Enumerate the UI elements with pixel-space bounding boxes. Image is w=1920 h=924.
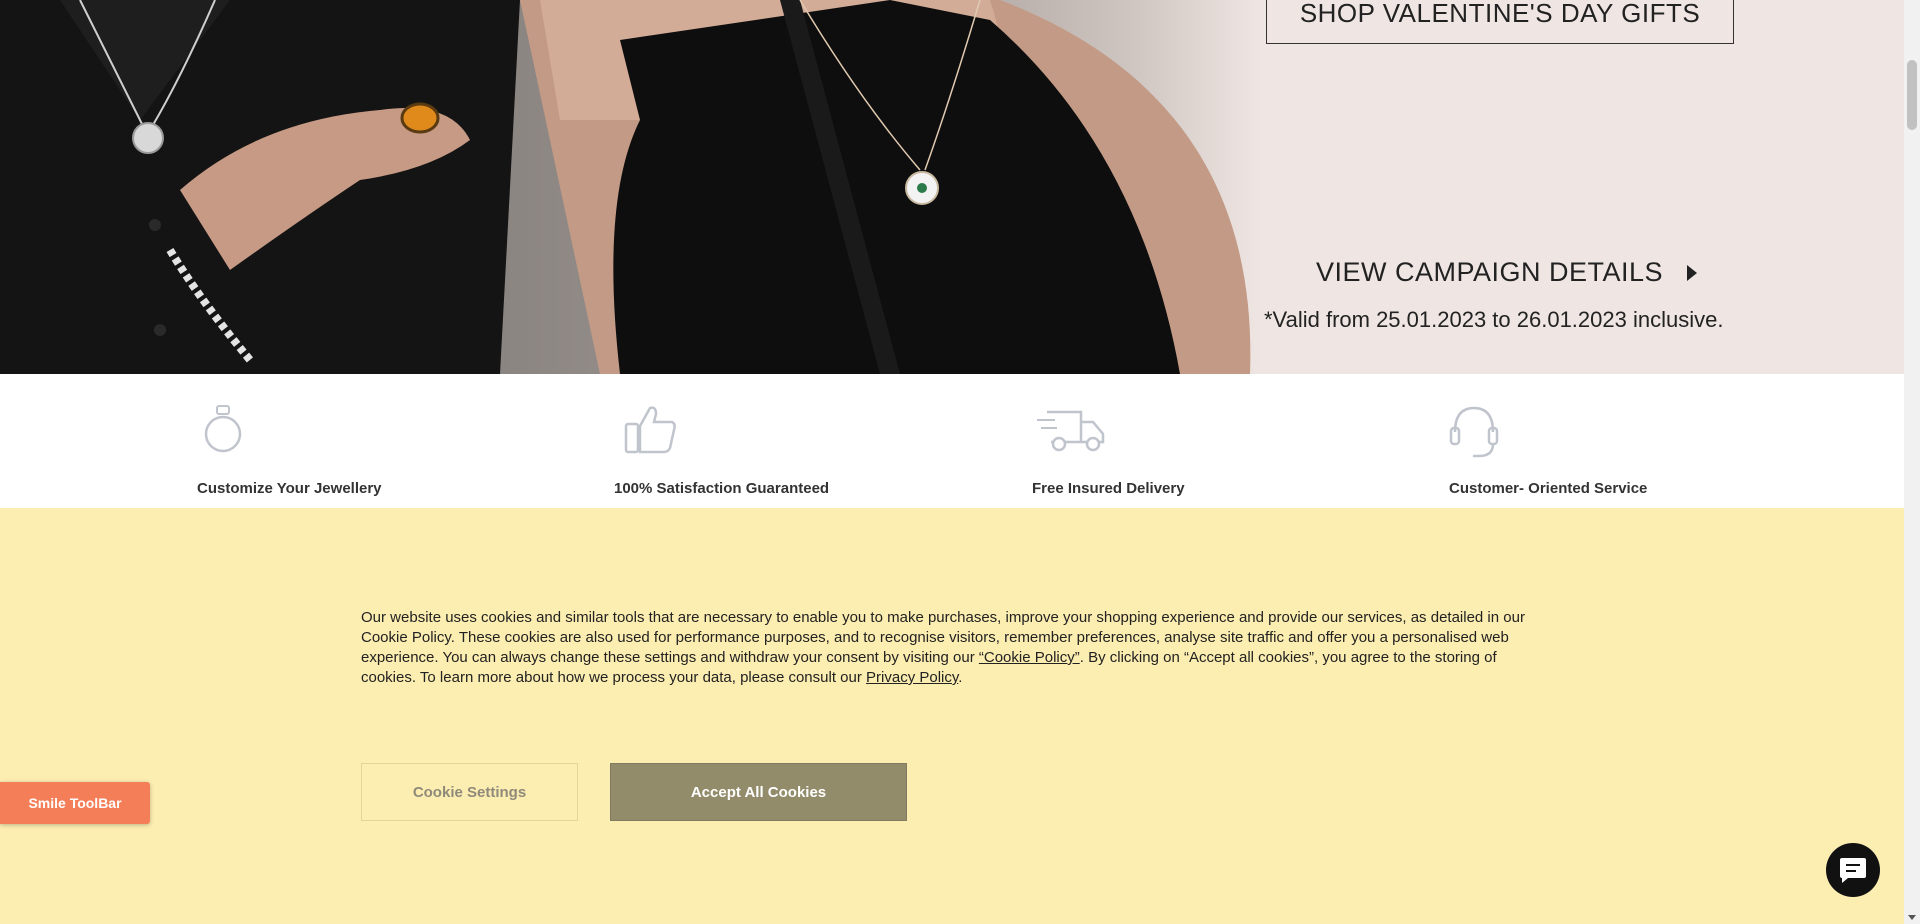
delivery-truck-icon	[1037, 410, 1105, 452]
hero-banner: SHOP VALENTINE'S DAY GIFTS VIEW CAMPAIGN…	[0, 0, 1904, 374]
privacy-policy-link[interactable]: Privacy Policy	[866, 669, 958, 686]
chat-button[interactable]	[1826, 843, 1880, 897]
cookie-text-part3: .	[958, 669, 963, 686]
cookie-policy-link[interactable]: “Cookie Policy”	[979, 649, 1080, 666]
cookie-consent-text: Our website uses cookies and similar too…	[361, 608, 1551, 688]
cookie-settings-button[interactable]: Cookie Settings	[361, 763, 578, 821]
accept-all-cookies-button[interactable]: Accept All Cookies	[610, 763, 907, 821]
thumbs-up-icon	[624, 406, 676, 454]
smile-toolbar-button[interactable]: Smile ToolBar	[0, 782, 150, 824]
feature-label: Free Insured Delivery	[1032, 480, 1185, 497]
scrollbar-thumb[interactable]	[1907, 60, 1917, 130]
view-campaign-link[interactable]: VIEW CAMPAIGN DETAILS	[1316, 257, 1698, 288]
feature-label: Customer- Oriented Service	[1449, 480, 1648, 497]
hero-text-area: SHOP VALENTINE'S DAY GIFTS VIEW CAMPAIGN…	[1240, 0, 1904, 374]
feature-label: Customize Your Jewellery	[197, 480, 382, 497]
play-arrow-icon	[1687, 264, 1698, 281]
feature-label: 100% Satisfaction Guaranteed	[614, 480, 830, 497]
scroll-down-arrow-icon[interactable]	[1908, 915, 1916, 920]
headset-icon	[1449, 406, 1499, 458]
ring-icon	[204, 405, 242, 453]
chat-bubble-icon	[1840, 858, 1866, 883]
page-scrollbar[interactable]	[1904, 0, 1920, 924]
cookie-consent-banner: Our website uses cookies and similar too…	[0, 508, 1904, 924]
hero-photo-couple	[0, 0, 1260, 374]
shop-valentines-button[interactable]: SHOP VALENTINE'S DAY GIFTS	[1266, 0, 1734, 44]
features-strip: Customize Your Jewellery 100% Satisfacti…	[0, 374, 1904, 508]
campaign-validity-text: *Valid from 25.01.2023 to 26.01.2023 inc…	[1264, 307, 1724, 332]
campaign-link-label[interactable]: VIEW CAMPAIGN DETAILS	[1316, 257, 1663, 288]
